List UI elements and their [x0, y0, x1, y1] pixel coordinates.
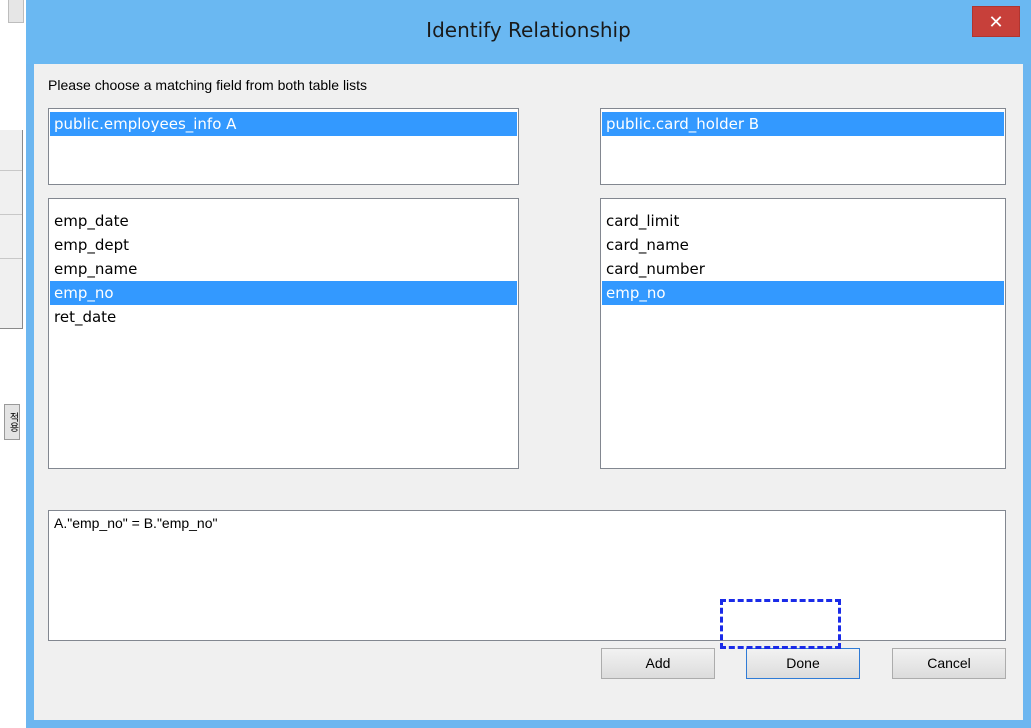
- instruction-label: Please choose a matching field from both…: [48, 77, 368, 93]
- left-table-list-items: public.employees_info A: [49, 112, 518, 136]
- background-scrollbar[interactable]: [8, 0, 24, 23]
- list-item[interactable]: emp_no: [50, 281, 517, 305]
- background-row-divider: [0, 170, 22, 171]
- list-item[interactable]: public.card_holder B: [602, 112, 1004, 136]
- list-item[interactable]: emp_date: [50, 209, 517, 233]
- identify-relationship-dialog: Identify Relationship ✕ Please choose a …: [26, 0, 1031, 728]
- left-field-list[interactable]: emp_date emp_dept emp_name emp_no ret_date: [48, 198, 519, 469]
- relationship-expression-box[interactable]: A."emp_no" = B."emp_no": [48, 510, 1006, 641]
- list-item[interactable]: ret_date: [50, 305, 517, 329]
- list-item[interactable]: card_limit: [602, 209, 1004, 233]
- list-item[interactable]: card_name: [602, 233, 1004, 257]
- right-table-list-items: public.card_holder B: [601, 112, 1005, 136]
- close-button[interactable]: ✕: [972, 6, 1020, 37]
- done-button[interactable]: Done: [746, 648, 860, 679]
- list-item[interactable]: public.employees_info A: [50, 112, 517, 136]
- background-panel: 적용: [0, 130, 23, 440]
- list-item[interactable]: card_number: [602, 257, 1004, 281]
- left-table-list[interactable]: public.employees_info A: [48, 108, 519, 185]
- dialog-title: Identify Relationship: [426, 18, 631, 42]
- background-apply-button[interactable]: 적용: [4, 404, 20, 440]
- dialog-body: Please choose a matching field from both…: [34, 64, 1023, 720]
- title-bar[interactable]: Identify Relationship ✕: [26, 0, 1031, 64]
- right-field-list[interactable]: card_limit card_name card_number emp_no: [600, 198, 1006, 469]
- close-icon: ✕: [988, 12, 1004, 33]
- background-row-divider: [0, 214, 22, 215]
- cancel-button[interactable]: Cancel: [892, 648, 1006, 679]
- left-field-list-items: emp_date emp_dept emp_name emp_no ret_date: [49, 209, 518, 329]
- list-item[interactable]: emp_dept: [50, 233, 517, 257]
- right-field-list-items: card_limit card_name card_number emp_no: [601, 209, 1005, 305]
- background-row-divider: [0, 258, 22, 259]
- list-item[interactable]: emp_no: [602, 281, 1004, 305]
- list-item[interactable]: emp_name: [50, 257, 517, 281]
- add-button[interactable]: Add: [601, 648, 715, 679]
- right-table-list[interactable]: public.card_holder B: [600, 108, 1006, 185]
